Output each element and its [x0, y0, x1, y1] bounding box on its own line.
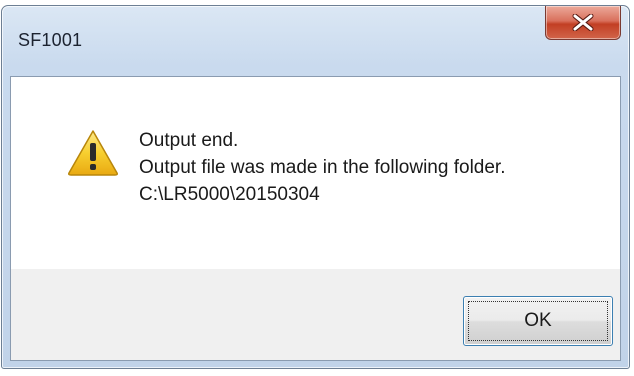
close-button[interactable]: [545, 6, 621, 40]
message-line-folder-path: C:\LR5000\20150304: [139, 184, 320, 205]
window-title: SF1001: [18, 30, 83, 50]
message-line-description: Output file was made in the following fo…: [139, 157, 506, 178]
ok-button-label: OK: [524, 310, 552, 331]
message-line-status: Output end.: [139, 130, 239, 151]
message-text: Output end. Output file was made in the …: [139, 127, 505, 208]
title-bar[interactable]: SF1001: [2, 6, 629, 76]
close-icon: [572, 14, 594, 31]
warning-icon: [68, 130, 118, 176]
message-dialog: SF1001 Output end. Output file was made …: [1, 5, 630, 369]
ok-button[interactable]: OK: [463, 296, 613, 346]
dialog-body: Output end. Output file was made in the …: [10, 76, 621, 361]
message-area: Output end. Output file was made in the …: [11, 77, 620, 269]
